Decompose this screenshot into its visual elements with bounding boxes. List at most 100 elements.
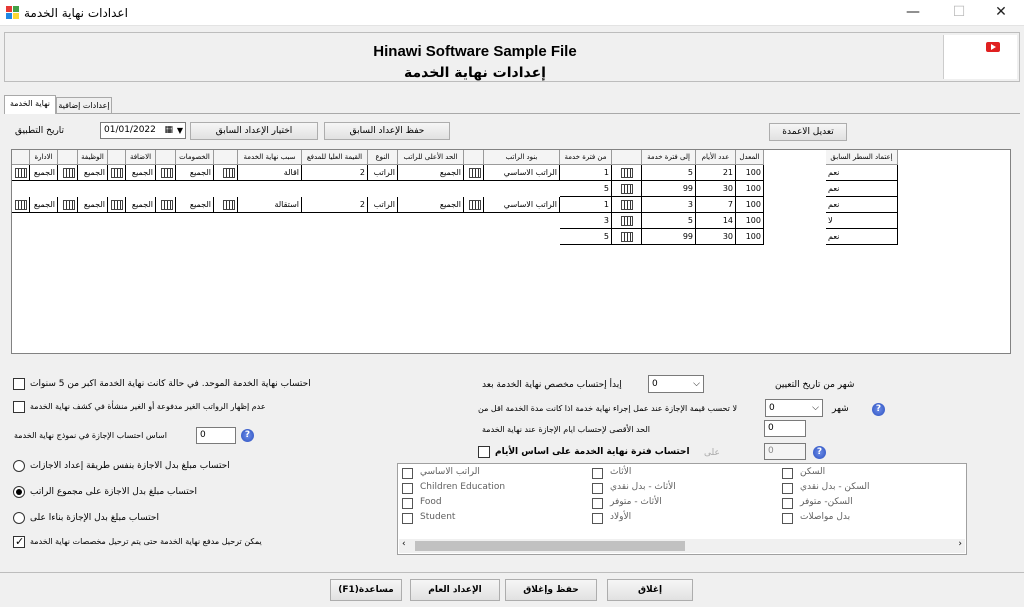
grid-selector-icon[interactable] [469, 199, 481, 210]
start-provision-combo[interactable]: 0 ⌵ [648, 375, 704, 393]
grid-selector-icon[interactable] [464, 165, 484, 181]
tab-end-of-service[interactable]: نهاية الخدمة [4, 95, 56, 114]
salary-item-checkbox[interactable] [782, 498, 793, 509]
radio-total-salary[interactable] [13, 486, 25, 498]
save-close-button[interactable]: حفظ وإغلاق [505, 579, 597, 601]
on-input[interactable]: 0 [764, 443, 806, 460]
salary-item-checkbox[interactable] [782, 483, 793, 494]
salary-item-checkbox[interactable] [402, 498, 413, 509]
grid-cell-from[interactable]: 3 [560, 213, 612, 229]
grid-selector-icon[interactable] [12, 197, 30, 213]
grid-selector-icon[interactable] [469, 167, 481, 178]
grid-cell-rate[interactable]: 100 [736, 213, 764, 229]
question-icon[interactable]: ? [872, 403, 885, 416]
grid-selector-icon[interactable] [620, 167, 633, 178]
grid-cell-approve[interactable]: نعم [826, 229, 898, 245]
grid-selector-icon[interactable] [156, 197, 176, 213]
salary-item-checkbox[interactable] [782, 513, 793, 524]
no-leave-combo[interactable]: 0 ⌵ [765, 399, 823, 417]
help-button[interactable]: (F1)مساعدة [330, 579, 402, 601]
grid-selector-icon[interactable] [620, 215, 633, 226]
grid-cell-days[interactable]: 7 [696, 197, 736, 213]
chevron-down-icon[interactable]: ▼ [177, 123, 183, 138]
grid-selector-icon[interactable] [214, 165, 238, 181]
grid-selector-icon[interactable] [58, 197, 78, 213]
horizontal-scrollbar[interactable]: ‹ › [399, 539, 965, 553]
grid-cell-max_salary[interactable]: الجميع [398, 197, 464, 213]
calc-days-checkbox[interactable] [478, 446, 490, 458]
grid-selector-icon[interactable] [223, 199, 235, 210]
grid-cell-type[interactable]: الراتب [368, 165, 398, 181]
grid-cell-items[interactable]: الراتب الاساسي [484, 197, 560, 213]
salary-item-checkbox[interactable] [592, 468, 603, 479]
grid-cell-job[interactable]: الجميع [78, 197, 108, 213]
grid-cell-dept[interactable]: الجميع [30, 165, 58, 181]
grid-cell-rate[interactable]: 100 [736, 165, 764, 181]
grid-cell-from[interactable]: 5 [560, 229, 612, 245]
leave-basis-input[interactable]: 0 [196, 427, 236, 444]
grid-cell-to[interactable]: 3 [642, 197, 696, 213]
unified-calc-checkbox[interactable] [13, 378, 25, 390]
question-icon[interactable]: ? [241, 429, 254, 442]
grid-cell-from[interactable]: 5 [560, 181, 612, 197]
grid-selector-icon[interactable] [620, 183, 633, 194]
salary-item-checkbox[interactable] [592, 483, 603, 494]
grid-cell-rate[interactable]: 100 [736, 181, 764, 197]
salary-item-checkbox[interactable] [402, 513, 413, 524]
grid-selector-icon[interactable] [612, 165, 642, 181]
chevron-left-icon[interactable]: ‹ [402, 539, 406, 549]
grid-selector-icon[interactable] [108, 197, 126, 213]
grid-selector-icon[interactable] [15, 199, 27, 210]
youtube-icon[interactable] [986, 42, 1000, 52]
grid-cell-job[interactable]: الجميع [78, 165, 108, 181]
salary-items-list[interactable]: الراتب الاساسي الأثاث السكن Children Educat… [397, 463, 967, 555]
grid-selector-icon[interactable] [63, 199, 75, 210]
grid-cell-approve[interactable]: نعم [826, 181, 898, 197]
grid-cell-approve[interactable]: نعم [826, 165, 898, 181]
maximize-button[interactable]: ☐ [936, 0, 982, 26]
grid-cell-to[interactable]: 5 [642, 165, 696, 181]
grid-cell-dept[interactable]: الجميع [30, 197, 58, 213]
close-button[interactable]: إغلاق [607, 579, 693, 601]
grid-selector-icon[interactable] [612, 213, 642, 229]
grid-selector-icon[interactable] [612, 229, 642, 245]
radio-based-on[interactable] [13, 512, 25, 524]
grid-selector-icon[interactable] [612, 181, 642, 197]
grid-selector-icon[interactable] [58, 165, 78, 181]
carry-over-checkbox[interactable] [13, 535, 25, 548]
grid-selector-icon[interactable] [612, 197, 642, 213]
grid-cell-rate[interactable]: 100 [736, 197, 764, 213]
grid-cell-deductions[interactable]: الجميع [176, 197, 214, 213]
grid-selector-icon[interactable] [464, 197, 484, 213]
grid-cell-to[interactable]: 99 [642, 181, 696, 197]
grid-cell-rate[interactable]: 100 [736, 229, 764, 245]
grid-cell-days[interactable]: 30 [696, 229, 736, 245]
grid-cell-reason[interactable]: استقالة [238, 197, 302, 213]
choose-previous-button[interactable]: اختيار الإعداد السابق [190, 122, 318, 140]
grid-cell-deductions[interactable]: الجميع [176, 165, 214, 181]
grid-selector-icon[interactable] [161, 199, 173, 210]
grid-cell-items[interactable]: الراتب الاساسي [484, 165, 560, 181]
salary-item-checkbox[interactable] [402, 483, 413, 494]
grid-cell-max_value[interactable]: 2 [302, 197, 368, 213]
calendar-icon[interactable]: ▦ [164, 123, 173, 138]
general-settings-button[interactable]: الإعداد العام [410, 579, 500, 601]
scrollbar-thumb[interactable] [415, 541, 685, 551]
settings-grid[interactable]: إعتماد السطر السابق المعدل عدد الأيام إل… [11, 149, 1011, 354]
grid-selector-icon[interactable] [15, 167, 27, 178]
tab-additional-settings[interactable]: إعدادات إضافية [56, 97, 112, 114]
grid-selector-icon[interactable] [111, 167, 123, 178]
grid-selector-icon[interactable] [111, 199, 123, 210]
grid-cell-reason[interactable]: اقالة [238, 165, 302, 181]
grid-selector-icon[interactable] [620, 231, 633, 242]
grid-cell-additions[interactable]: الجميع [126, 165, 156, 181]
edit-columns-button[interactable]: تعديل الاعمدة [769, 123, 847, 141]
grid-cell-approve[interactable]: لا [826, 213, 898, 229]
max-leave-input[interactable]: 0 [764, 420, 806, 437]
grid-cell-additions[interactable]: الجميع [126, 197, 156, 213]
grid-cell-to[interactable]: 99 [642, 229, 696, 245]
grid-selector-icon[interactable] [620, 199, 633, 210]
salary-item-checkbox[interactable] [782, 468, 793, 479]
question-icon[interactable]: ? [813, 446, 826, 459]
grid-selector-icon[interactable] [108, 165, 126, 181]
